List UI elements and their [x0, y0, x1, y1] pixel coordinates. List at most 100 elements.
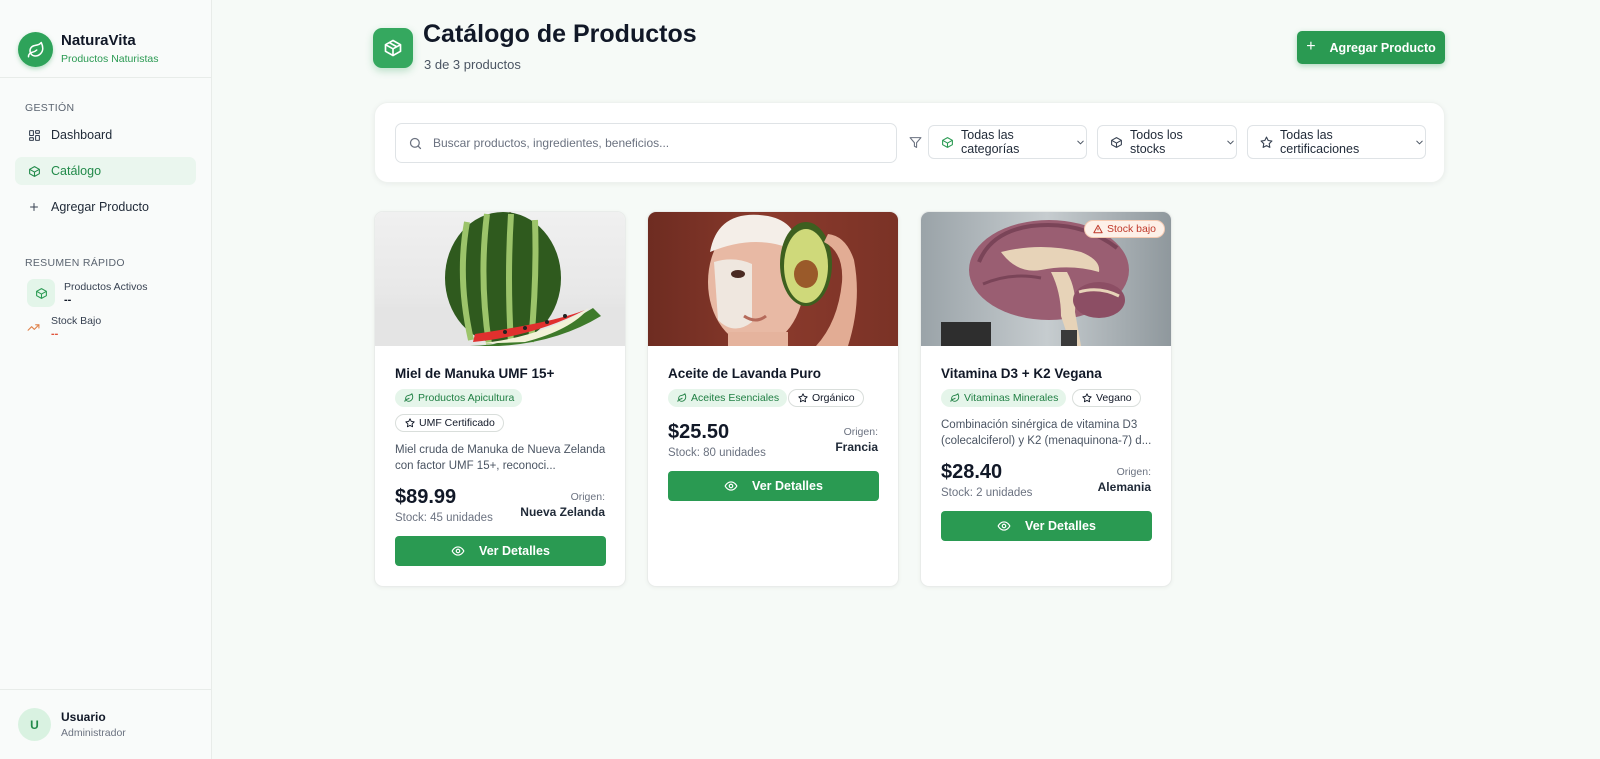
certification-badge: Orgánico [788, 389, 864, 407]
eye-icon [451, 544, 465, 558]
origin-value: Francia [835, 440, 878, 454]
stock-select[interactable]: Todos los stocks [1097, 125, 1237, 159]
category-badge: Aceites Esenciales [668, 389, 788, 407]
category-badge: Vitaminas Minerales [941, 389, 1067, 407]
brand-subtitle: Productos Naturistas [61, 52, 159, 65]
chevron-down-icon [1075, 137, 1086, 148]
product-image[interactable] [648, 212, 898, 346]
package-icon [27, 279, 55, 307]
product-card: Stock bajo Vitamina D3 + K2 Vegana Vitam… [920, 211, 1172, 587]
watermelon-image [375, 212, 625, 346]
product-name[interactable]: Aceite de Lavanda Puro [668, 366, 821, 381]
star-icon [1260, 136, 1273, 149]
sidebar: NaturaVita Productos Naturistas GESTIÓN … [0, 0, 212, 759]
product-description: Miel cruda de Manuka de Nueva Zelanda co… [395, 444, 606, 472]
sidebar-item-label: Agregar Producto [51, 200, 149, 214]
certification-label: Vegano [1096, 392, 1132, 404]
certification-select-value: Todas las certificaciones [1280, 128, 1360, 156]
star-icon [798, 393, 808, 403]
user-role: Administrador [61, 726, 126, 739]
trending-up-icon [27, 318, 42, 338]
search-field[interactable] [395, 123, 897, 163]
brand[interactable]: NaturaVita Productos Naturistas [0, 0, 211, 78]
low-stock-badge: Stock bajo [1083, 220, 1165, 238]
product-description: Combinación sinérgica de vitamina D3 (co… [941, 419, 1152, 447]
sidebar-item-label: Dashboard [51, 128, 113, 142]
package-icon [941, 136, 954, 149]
product-stock: Stock: 2 unidades [941, 487, 1033, 499]
search-icon [408, 136, 423, 151]
face-mask-avocado-image [708, 214, 857, 346]
view-details-button[interactable]: Ver Detalles [395, 536, 606, 566]
user-profile[interactable]: U Usuario Administrador [0, 689, 212, 759]
product-name[interactable]: Miel de Manuka UMF 15+ [395, 366, 554, 381]
stat-value: -- [64, 293, 72, 306]
origin-label: Origen: [1116, 466, 1151, 478]
view-details-label: Ver Detalles [479, 544, 550, 558]
product-price: $28.40 [941, 461, 1003, 483]
stock-select-value: Todos los stocks [1130, 128, 1183, 156]
filter-icon [909, 136, 922, 154]
add-product-button[interactable]: + Agregar Producto [1297, 31, 1445, 64]
chevron-down-icon [1414, 137, 1425, 148]
add-product-label: Agregar Producto [1329, 40, 1436, 55]
alert-triangle-icon [1093, 224, 1103, 234]
origin-label: Origen: [843, 426, 878, 438]
star-icon [1082, 393, 1092, 403]
category-select[interactable]: Todas las categorías [928, 125, 1087, 159]
category-label: Vitaminas Minerales [964, 392, 1059, 404]
product-image[interactable] [375, 212, 625, 346]
stat-label: Productos Activos [64, 280, 148, 293]
product-count: 3 de 3 productos [424, 57, 521, 72]
certification-badge: Vegano [1072, 389, 1141, 407]
leaf-logo-icon [18, 32, 53, 67]
product-price: $25.50 [668, 421, 730, 443]
stat-value: -- [51, 328, 59, 340]
product-card: Miel de Manuka UMF 15+ Productos Apicult… [374, 211, 626, 587]
product-price: $89.99 [395, 486, 457, 508]
plus-icon: + [1306, 37, 1316, 55]
stat-label: Stock Bajo [51, 315, 102, 327]
dashboard-icon [27, 128, 41, 142]
product-name[interactable]: Vitamina D3 + K2 Vegana [941, 366, 1102, 381]
product-image[interactable]: Stock bajo [921, 212, 1171, 346]
user-name: Usuario [61, 709, 106, 724]
package-icon [1110, 136, 1123, 149]
eye-icon [724, 479, 738, 493]
plus-icon [27, 200, 41, 214]
view-details-button[interactable]: Ver Detalles [941, 511, 1152, 541]
certification-label: UMF Certificado [419, 417, 495, 429]
product-card: Aceite de Lavanda Puro Aceites Esenciale… [647, 211, 899, 587]
leaf-icon [404, 393, 414, 403]
category-select-value: Todas las categorías [961, 128, 1020, 156]
product-stock: Stock: 45 unidades [395, 512, 493, 524]
star-icon [405, 418, 415, 428]
leaf-icon [677, 393, 687, 403]
certification-badge: UMF Certificado [395, 414, 504, 432]
view-details-label: Ver Detalles [1025, 519, 1096, 533]
page-title: Catálogo de Productos [423, 20, 697, 48]
sidebar-item-agregar-producto[interactable]: Agregar Producto [15, 193, 196, 221]
view-details-label: Ver Detalles [752, 479, 823, 493]
low-stock-label: Stock bajo [1106, 223, 1156, 235]
eye-icon [997, 519, 1011, 533]
sidebar-item-label: Catálogo [51, 164, 102, 178]
stat-productos-activos: Productos Activos -- [27, 279, 211, 307]
section-label-resumen: RESUMEN RÁPIDO [25, 257, 125, 269]
section-label-gestion: GESTIÓN [25, 102, 75, 114]
sidebar-item-catalogo[interactable]: Catálogo [15, 157, 196, 185]
certification-select[interactable]: Todas las certificaciones [1247, 125, 1426, 159]
package-icon [373, 28, 413, 68]
filters-panel: Todas las categorías Todos los stocks To… [374, 102, 1445, 183]
origin-label: Origen: [570, 491, 605, 503]
avatar: U [18, 708, 51, 741]
sidebar-item-dashboard[interactable]: Dashboard [15, 121, 196, 149]
origin-value: Nueva Zelanda [520, 505, 605, 519]
view-details-button[interactable]: Ver Detalles [668, 471, 879, 501]
product-stock: Stock: 80 unidades [668, 447, 766, 459]
category-label: Productos Apicultura [418, 392, 515, 404]
chevron-down-icon [1225, 137, 1236, 148]
package-icon [27, 164, 41, 178]
search-input[interactable] [433, 136, 873, 150]
certification-label: Orgánico [812, 392, 855, 404]
